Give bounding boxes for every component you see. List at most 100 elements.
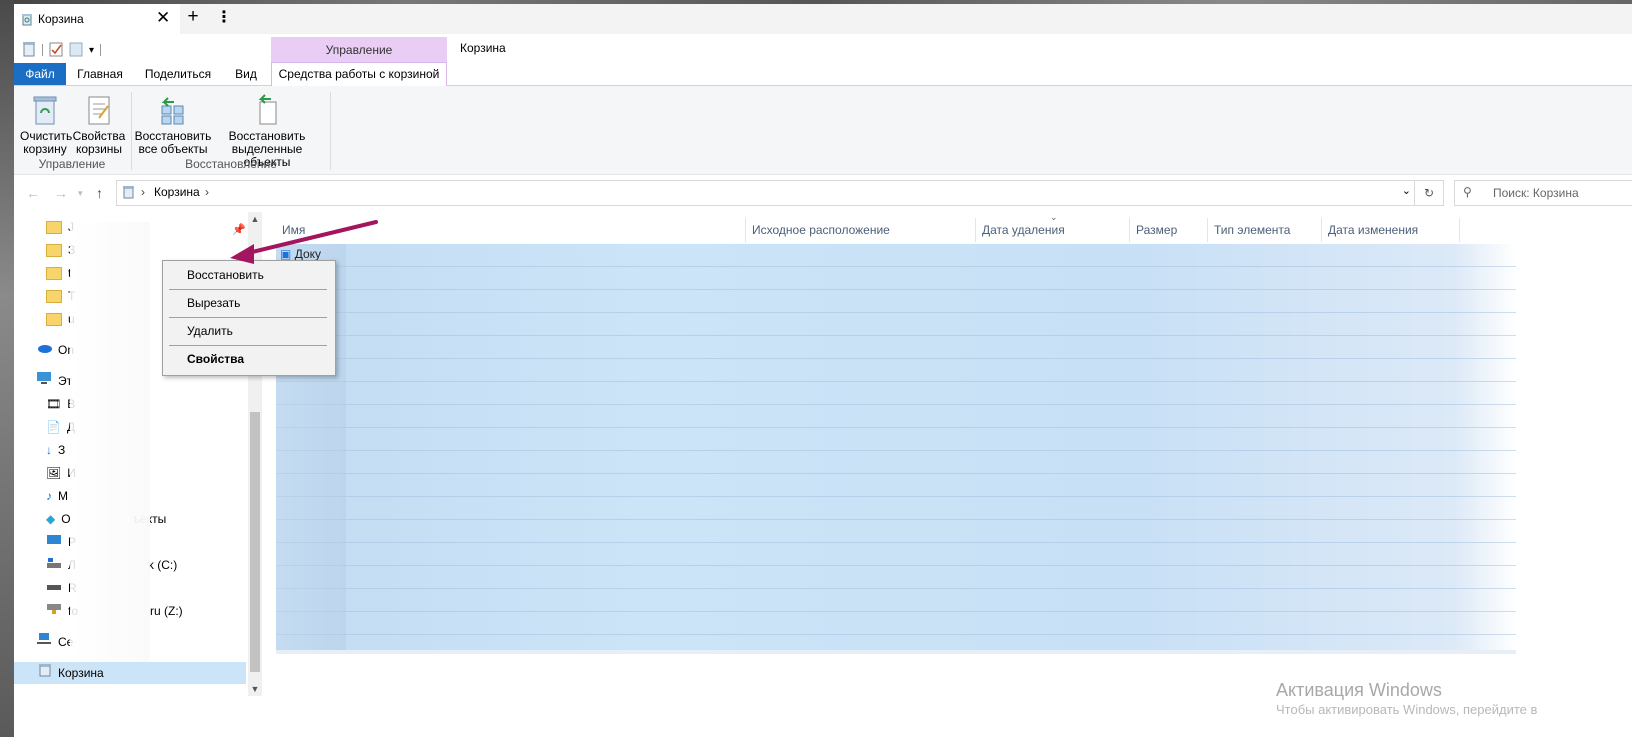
nav-item-label-suffix: k (C:): [147, 558, 178, 572]
desktop-icon: [46, 531, 62, 553]
menu-item-properties[interactable]: Свойства: [187, 348, 244, 370]
search-box[interactable]: ⚲ Поиск: Корзина: [1454, 180, 1632, 206]
explorer-window: Корзина ✕ + ⋮ ▾ Управление Корзина Файл …: [14, 4, 1632, 737]
nav-item-this-pc[interactable]: Эт: [36, 370, 72, 392]
customize-toolbar-icon[interactable]: ▾: [89, 45, 94, 56]
nav-item-label: Корзина: [58, 666, 104, 680]
menu-separator: [169, 345, 327, 346]
list-scrollbar[interactable]: [276, 650, 1516, 654]
scrollbar-thumb[interactable]: [250, 412, 260, 672]
address-dropdown-icon[interactable]: ⌄: [1402, 184, 1411, 197]
tab-share[interactable]: Поделиться: [140, 63, 216, 85]
recycle-bin-properties-button[interactable]: Свойства корзины: [72, 92, 126, 156]
window-tab[interactable]: Корзина ✕: [14, 4, 180, 34]
nav-item-network[interactable]: Се: [36, 631, 73, 653]
group-label-manage: Управление: [38, 157, 106, 171]
folder-icon: [46, 289, 62, 303]
search-icon: ⚲: [1463, 185, 1472, 199]
nav-item-music[interactable]: ♪ М: [46, 485, 68, 507]
column-header-original-location[interactable]: Исходное расположение: [746, 218, 976, 242]
recycle-bin-small-icon[interactable]: [22, 41, 36, 60]
activation-watermark-hint: Чтобы активировать Windows, перейдите в: [1276, 702, 1538, 717]
recent-locations-icon[interactable]: ▾: [78, 188, 83, 199]
selected-file-rows[interactable]: [276, 244, 1516, 650]
menu-separator: [169, 289, 327, 290]
breadcrumb-chevron-icon[interactable]: ›: [205, 185, 209, 199]
more-options-icon[interactable]: ⋮: [216, 7, 232, 27]
folder-icon: [46, 312, 62, 326]
properties-large-icon: [72, 92, 126, 126]
redacted-area: [70, 222, 150, 662]
recycle-bin-icon: [20, 12, 34, 29]
nav-item-downloads[interactable]: ↓ З: [46, 439, 65, 461]
tab-file[interactable]: Файл: [14, 63, 66, 85]
forward-arrow-icon[interactable]: →: [54, 185, 68, 201]
music-icon: ♪: [46, 489, 52, 503]
tab-title: Корзина: [38, 12, 84, 26]
new-tab-button[interactable]: +: [182, 6, 204, 28]
sort-indicator-icon: ⌄: [1050, 212, 1058, 222]
network-icon: [36, 631, 52, 653]
column-header-date-modified[interactable]: Дата изменения: [1322, 218, 1460, 242]
nav-item-folder[interactable]: t: [46, 262, 71, 284]
close-tab-icon[interactable]: ✕: [156, 8, 170, 28]
tab-view[interactable]: Вид: [228, 63, 264, 85]
empty-bin-icon: [20, 92, 70, 126]
restore-selected-icon: [212, 92, 322, 126]
annotation-arrow-icon: [230, 220, 378, 264]
recycle-bin-address-icon: [122, 185, 135, 202]
title-bar: Корзина ✕ + ⋮: [14, 4, 1632, 34]
up-arrow-icon[interactable]: ↑: [96, 185, 103, 201]
folder-icon: [46, 266, 62, 280]
folder-icon: [46, 220, 62, 234]
nav-item-label-suffix: ru (Z:): [150, 604, 183, 618]
empty-recycle-bin-button[interactable]: Очистить корзину: [20, 92, 72, 156]
activation-watermark: Активация Windows: [1276, 680, 1442, 700]
new-folder-icon[interactable]: [69, 41, 83, 60]
downloads-icon: ↓: [46, 443, 52, 457]
scroll-down-icon[interactable]: ▼: [248, 684, 262, 694]
button-label: корзины: [75, 142, 123, 156]
restore-all-icon: [134, 92, 212, 126]
menu-separator: [169, 317, 327, 318]
divider: [42, 44, 43, 56]
refresh-icon[interactable]: ↻: [1414, 181, 1443, 205]
pictures-icon: 🖼: [46, 466, 62, 480]
network-drive-icon: [46, 600, 62, 622]
window-title: Корзина: [460, 41, 506, 55]
nav-item-label: З: [58, 443, 66, 457]
search-placeholder: Поиск: Корзина: [1493, 186, 1579, 200]
menu-item-delete[interactable]: Удалить: [187, 320, 233, 342]
back-arrow-icon[interactable]: ←: [26, 185, 40, 201]
ribbon: Очистить корзину Свойства корзины Управл…: [14, 86, 1632, 175]
column-header-item-type[interactable]: Тип элемента: [1208, 218, 1322, 242]
nav-item-label: М: [58, 489, 68, 503]
quick-access-toolbar: ▾: [22, 40, 102, 60]
folder-icon: [46, 243, 62, 257]
button-label: корзину: [23, 142, 67, 156]
context-tab-header: Управление: [271, 37, 447, 63]
breadcrumb-recycle-bin[interactable]: Корзина: [154, 185, 200, 199]
onedrive-icon: [36, 339, 52, 361]
recycle-bin-nav-icon: [38, 662, 52, 684]
nav-item-onedrive[interactable]: On: [36, 339, 74, 361]
group-label-restore: Восстановление: [185, 157, 277, 171]
address-bar[interactable]: › Корзина › ⌄ ↻: [116, 180, 1444, 206]
context-menu: Восстановить Вырезать Удалить Свойства: [162, 260, 336, 376]
nav-item-recycle-bin[interactable]: Корзина: [14, 662, 246, 684]
drive-icon: [46, 577, 62, 599]
properties-icon[interactable]: [49, 41, 63, 60]
desktop-edge: [0, 0, 14, 737]
button-label: все объекты: [138, 142, 208, 156]
tab-home[interactable]: Главная: [72, 63, 128, 85]
group-divider: [330, 92, 331, 170]
tab-recycle-bin-tools[interactable]: Средства работы с корзиной: [271, 62, 447, 87]
restore-all-button[interactable]: Восстановить все объекты: [134, 92, 212, 156]
ribbon-tabs: Файл Главная Поделиться Вид Средства раб…: [14, 62, 1632, 87]
breadcrumb-chevron-icon[interactable]: ›: [141, 185, 145, 199]
divider: [100, 44, 102, 56]
menu-item-cut[interactable]: Вырезать: [187, 292, 240, 314]
drive-c-icon: [46, 554, 62, 576]
column-header-size[interactable]: Размер: [1130, 218, 1208, 242]
3d-objects-icon: ◆: [46, 512, 56, 526]
